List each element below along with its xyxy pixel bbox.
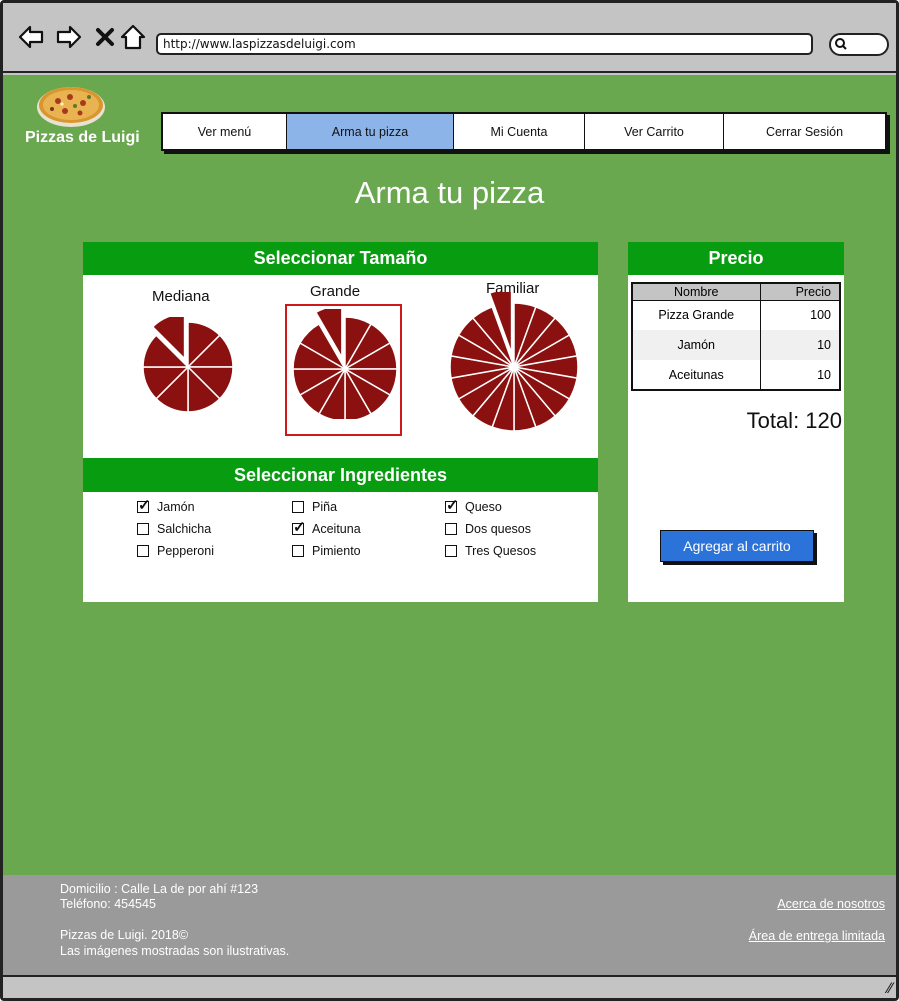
footer-phone: Teléfono: 454545 xyxy=(60,897,156,911)
size-label-grande: Grande xyxy=(310,283,361,300)
ingredient-checkbox[interactable] xyxy=(292,518,306,536)
search-icon xyxy=(835,38,847,50)
brand-name: Pizzas de Luigi xyxy=(25,129,140,146)
ingredient-label: Pepperoni xyxy=(157,544,214,558)
ingredient-option[interactable]: Pepperoni xyxy=(137,544,214,558)
table-row: Jamón 10 xyxy=(632,330,840,360)
browser-toolbar: http://www.laspizzasdeluigi.com xyxy=(3,3,896,73)
ingredient-checkbox[interactable] xyxy=(137,545,149,557)
ingredient-label: Dos quesos xyxy=(465,522,532,536)
ingredient-label: Aceituna xyxy=(312,522,361,536)
price-panel-title: Precio xyxy=(628,242,844,275)
row-name: Aceitunas xyxy=(632,360,761,390)
row-price: 100 xyxy=(810,308,831,323)
ingredients-panel-title: Seleccionar Ingredientes xyxy=(83,458,598,492)
size-label-mediana: Mediana xyxy=(152,288,210,305)
ingredient-checkbox[interactable] xyxy=(445,545,457,557)
price-table-header: Nombre Precio xyxy=(632,283,840,301)
browser-status-bar: ⁄⁄ xyxy=(3,975,896,998)
ingredient-checkbox[interactable] xyxy=(292,501,304,513)
row-name: Pizza Grande xyxy=(632,300,761,330)
footer-disclaimer: Las imágenes mostradas son ilustrativas. xyxy=(60,944,290,958)
ingredient-checkbox[interactable] xyxy=(137,496,151,514)
footer-copyright: Pizzas de Luigi. 2018© xyxy=(60,928,189,942)
nav-ver-menu[interactable]: Ver menú xyxy=(163,114,287,149)
column-header-nombre: Nombre xyxy=(632,283,761,301)
browser-search-field[interactable] xyxy=(829,33,889,56)
nav-arma-tu-pizza[interactable]: Arma tu pizza xyxy=(287,114,454,149)
link-area-de-entrega[interactable]: Área de entrega limitada xyxy=(749,929,885,943)
price-panel: Precio Nombre Precio Pizza Grande 100 Ja… xyxy=(628,242,844,602)
close-icon[interactable] xyxy=(91,23,119,51)
ingredient-checkbox[interactable] xyxy=(445,496,459,514)
row-price: 10 xyxy=(817,367,831,382)
pizza-logo-icon xyxy=(37,87,105,127)
ingredient-option[interactable]: Pimiento xyxy=(292,544,361,558)
footer-address: Domicilio : Calle La de por ahí #123 xyxy=(60,882,259,896)
ingredient-label: Jamón xyxy=(157,500,195,514)
ingredient-label: Queso xyxy=(465,500,502,514)
ingredient-checkbox[interactable] xyxy=(137,523,149,535)
size-panel-title: Seleccionar Tamaño xyxy=(83,242,598,275)
ingredient-option[interactable]: Queso xyxy=(445,496,502,514)
ingredient-option[interactable]: Jamón xyxy=(137,496,195,514)
main-navigation: Ver menú Arma tu pizza Mi Cuenta Ver Car… xyxy=(161,112,887,151)
table-row: Pizza Grande 100 xyxy=(632,300,840,330)
page-title: Arma tu pizza xyxy=(354,175,545,210)
ingredient-label: Tres Quesos xyxy=(465,544,537,558)
nav-cerrar-sesion[interactable]: Cerrar Sesión xyxy=(724,114,885,149)
ingredient-option[interactable]: Salchicha xyxy=(137,522,211,536)
ingredient-option[interactable]: Tres Quesos xyxy=(445,544,536,558)
page-content: Pizzas de Luigi Ver menú Arma tu pizza M… xyxy=(3,75,896,875)
footer: Domicilio : Calle La de por ahí #123 Tel… xyxy=(3,875,896,975)
pizza-builder-panel: Seleccionar Tamaño Mediana Grande Famili… xyxy=(83,242,598,602)
pizza-familiar-option[interactable] xyxy=(447,292,583,433)
nav-ver-carrito[interactable]: Ver Carrito xyxy=(585,114,724,149)
ingredient-option[interactable]: Dos quesos xyxy=(445,522,531,536)
row-price: 10 xyxy=(760,330,840,360)
ingredient-option[interactable]: Aceituna xyxy=(292,518,361,536)
ingredient-option[interactable]: Piña xyxy=(292,500,337,514)
forward-arrow-icon[interactable] xyxy=(55,23,83,51)
pizza-grande-option[interactable] xyxy=(289,309,399,419)
ingredient-checkbox[interactable] xyxy=(445,523,457,535)
resize-grip-icon[interactable]: ⁄⁄ xyxy=(887,981,892,997)
pizza-mediana-option[interactable] xyxy=(140,317,236,413)
table-row: Aceitunas 10 xyxy=(632,360,840,390)
add-to-cart-button[interactable]: Agregar al carrito xyxy=(660,530,814,562)
browser-window: http://www.laspizzasdeluigi.com Pizzas d… xyxy=(0,0,899,1001)
back-arrow-icon[interactable] xyxy=(17,23,45,51)
ingredient-label: Salchicha xyxy=(157,522,212,536)
link-acerca-de-nosotros[interactable]: Acerca de nosotros xyxy=(777,897,885,911)
ingredient-label: Piña xyxy=(312,500,338,514)
column-header-precio: Precio xyxy=(760,283,840,301)
ingredient-label: Pimiento xyxy=(312,544,361,558)
price-table: Nombre Precio Pizza Grande 100 Jamón 10 … xyxy=(631,282,841,391)
logo[interactable] xyxy=(25,83,160,133)
row-name: Jamón xyxy=(632,330,761,360)
total-price: Total: 120 xyxy=(746,408,842,433)
nav-mi-cuenta[interactable]: Mi Cuenta xyxy=(454,114,585,149)
ingredient-checkbox[interactable] xyxy=(292,545,304,557)
url-bar[interactable]: http://www.laspizzasdeluigi.com xyxy=(156,33,813,55)
home-icon[interactable] xyxy=(119,23,147,51)
